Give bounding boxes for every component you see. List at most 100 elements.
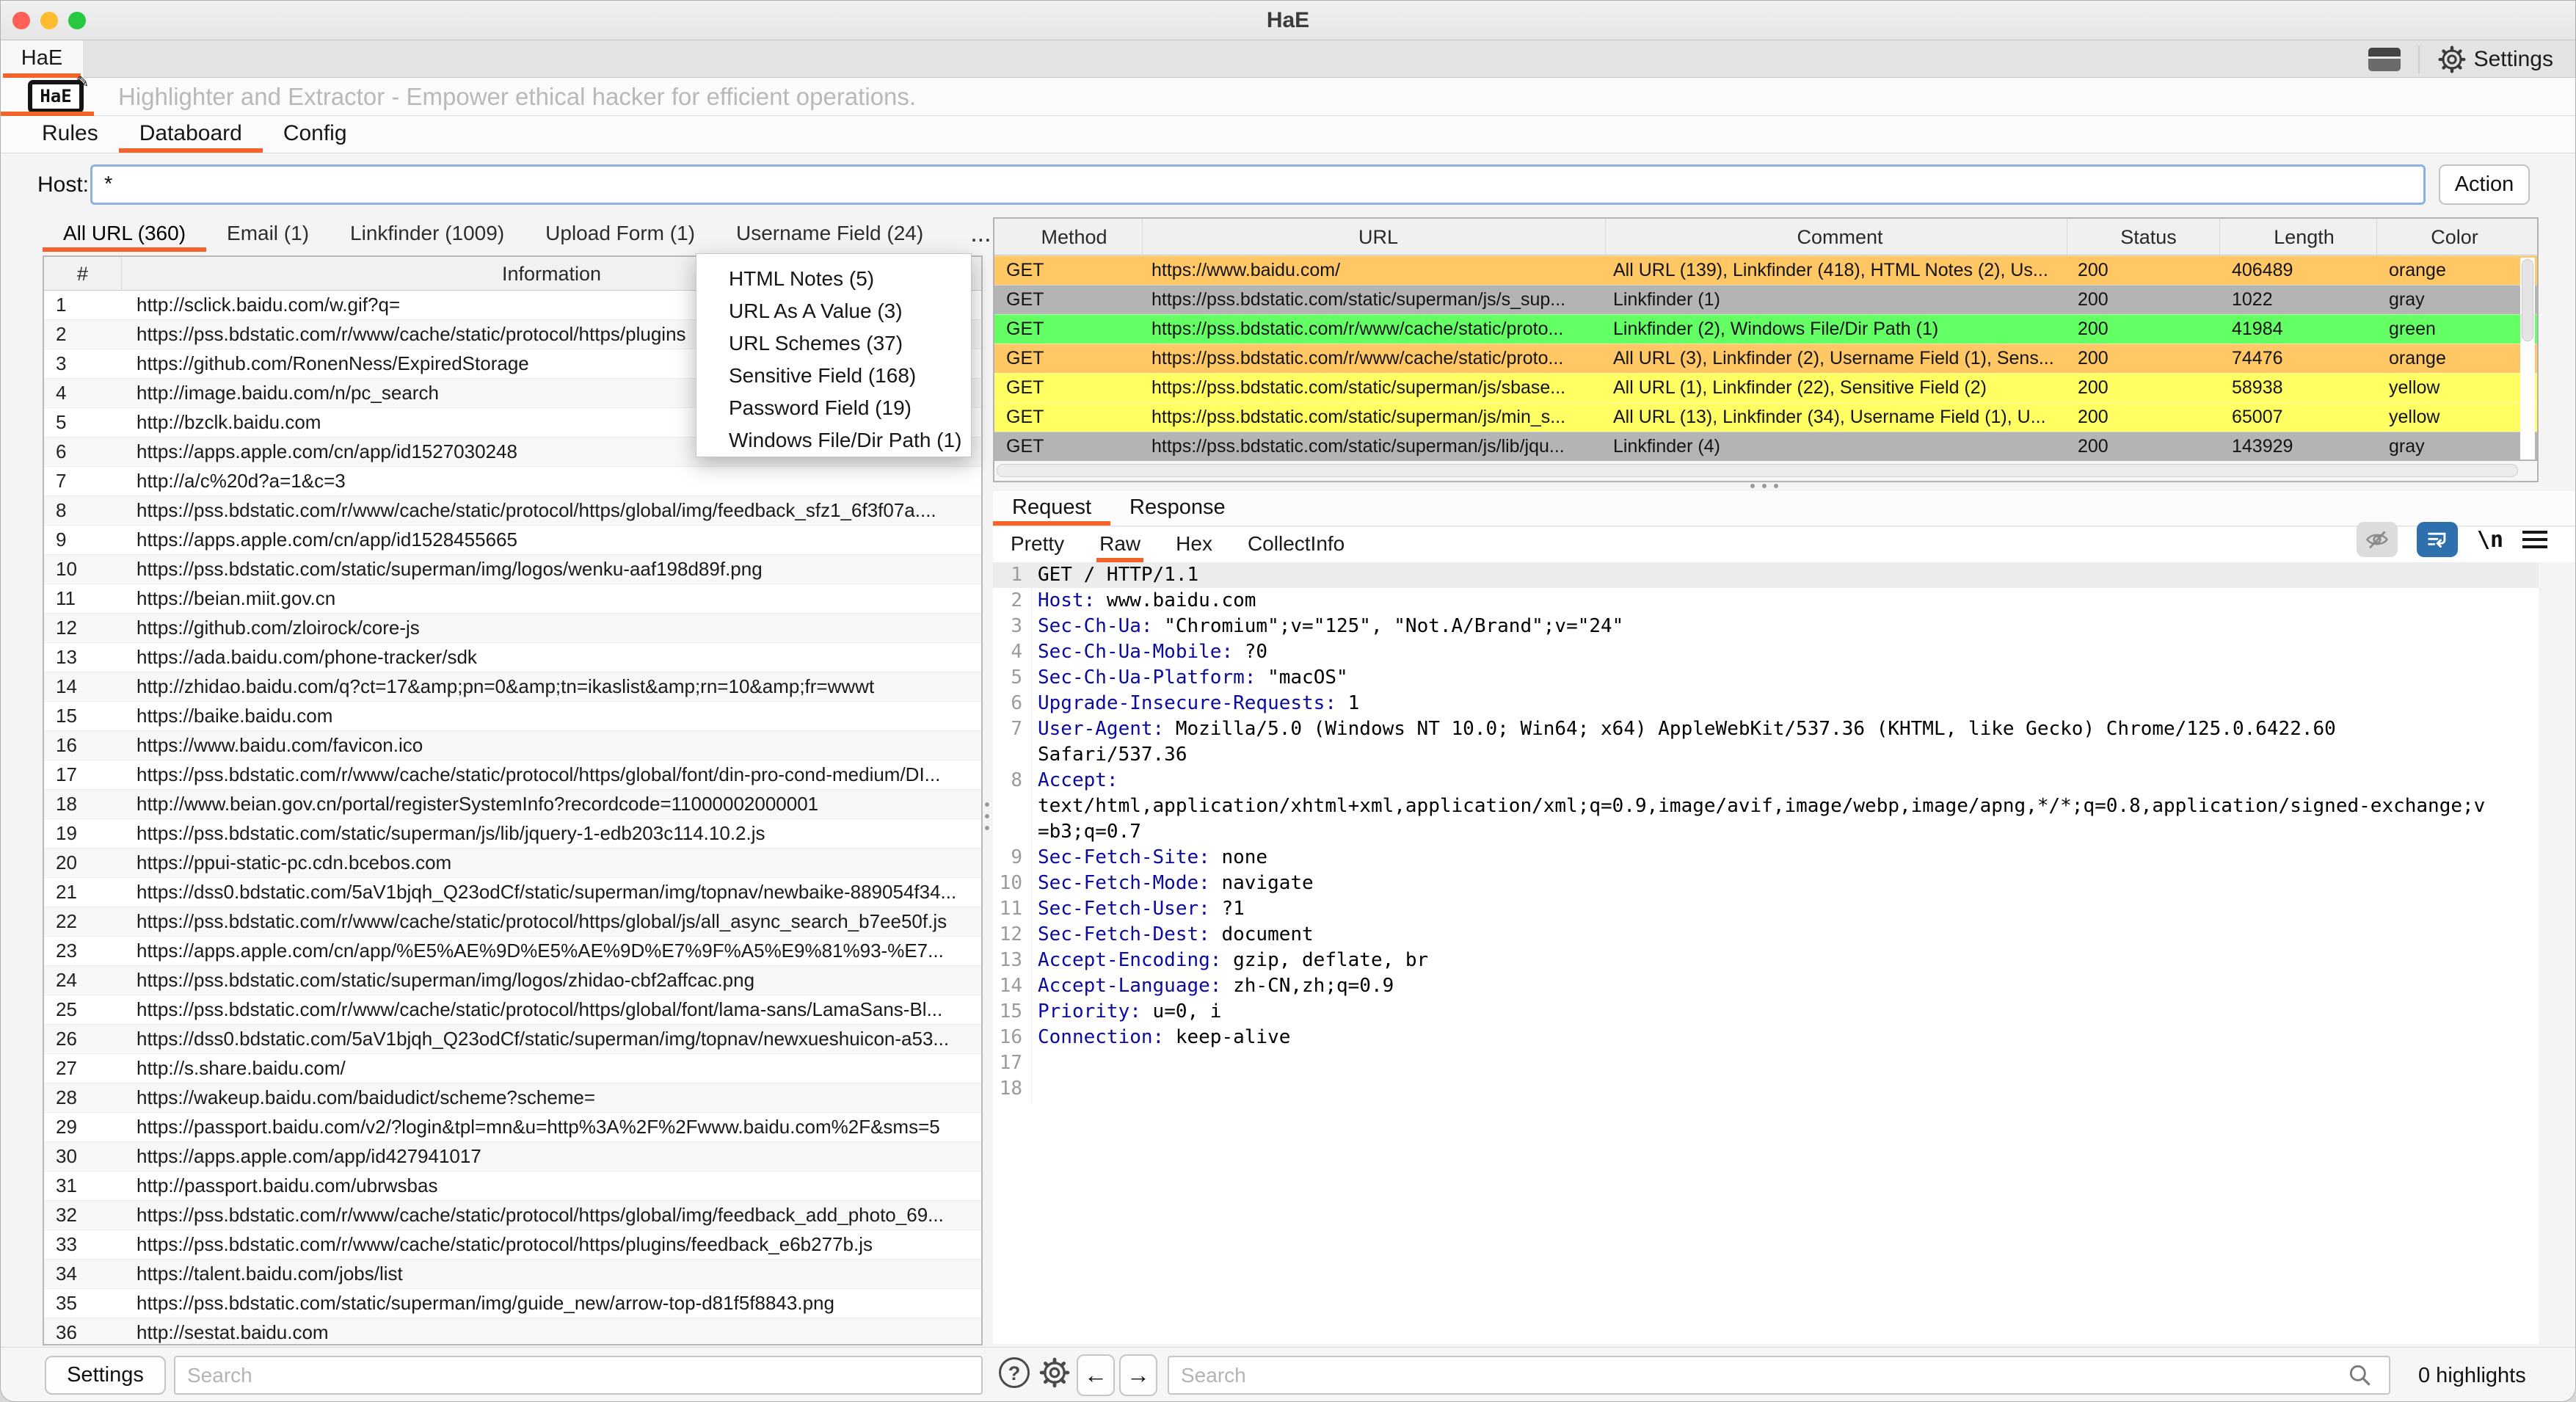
tab-pretty[interactable]: Pretty [993,527,1082,562]
col-method[interactable]: Method [994,219,1143,255]
header-tools: Settings [2368,40,2553,78]
table-row[interactable]: 31http://passport.baidu.com/ubrwsbas [44,1172,981,1201]
raw-request-editor[interactable]: 1GET / HTTP/1.12Host: www.baidu.com3Sec-… [993,562,2539,1344]
table-row[interactable]: 17https://pss.bdstatic.com/r/www/cache/s… [44,760,981,790]
table-row[interactable]: 14http://zhidao.baidu.com/q?ct=17&amp;pn… [44,672,981,702]
table-row[interactable]: 7http://a/c%20d?a=1&c=3 [44,467,981,496]
left-tab-0[interactable]: All URL (360) [43,217,206,250]
left-search-input[interactable] [174,1356,983,1395]
table-row[interactable]: 24https://pss.bdstatic.com/static/superm… [44,966,981,995]
cell-url: https://pss.bdstatic.com/static/superman… [1143,286,1606,314]
request-row[interactable]: GEThttps://pss.bdstatic.com/static/super… [994,402,2537,432]
tab-raw[interactable]: Raw [1082,527,1158,562]
table-row[interactable]: 11https://beian.miit.gov.cn [44,584,981,614]
table-row[interactable]: 26https://dss0.bdstatic.com/5aV1bjqh_Q23… [44,1025,981,1054]
extension-banner: HaE ✎ Highlighter and Extractor - Empowe… [1,78,2575,116]
hide-nonprintable-button[interactable] [2357,522,2398,557]
search-next-button[interactable]: → [1119,1354,1157,1396]
table-row[interactable]: 30https://apps.apple.com/app/id427941017 [44,1142,981,1172]
table-row[interactable]: 9https://apps.apple.com/cn/app/id1528455… [44,526,981,555]
horizontal-scrollbar[interactable] [994,461,2537,481]
table-row[interactable]: 34https://talent.baidu.com/jobs/list [44,1260,981,1289]
word-wrap-button[interactable] [2417,522,2458,557]
col-comment[interactable]: Comment [1606,219,2067,255]
dropdown-item-0[interactable]: HTML Notes (5) [696,263,971,295]
tab-request[interactable]: Request [993,491,1110,526]
search-prev-button[interactable]: ← [1077,1354,1115,1396]
vertical-scrollbar[interactable] [2520,258,2535,460]
table-row[interactable]: 16https://www.baidu.com/favicon.ico [44,731,981,760]
editor-menu-icon[interactable] [2522,526,2547,553]
request-row[interactable]: GEThttps://pss.bdstatic.com/static/super… [994,432,2537,461]
col-url[interactable]: URL [1143,219,1606,255]
table-row[interactable]: 29https://passport.baidu.com/v2/?login&t… [44,1113,981,1142]
table-row[interactable]: 12https://github.com/zloirock/core-js [44,614,981,643]
table-row[interactable]: 32https://pss.bdstatic.com/r/www/cache/s… [44,1201,981,1230]
left-tab-1[interactable]: Email (1) [206,217,330,250]
table-row[interactable]: 13https://ada.baidu.com/phone-tracker/sd… [44,643,981,672]
tab-hae-label: HaE [21,46,62,70]
table-row[interactable]: 22https://pss.bdstatic.com/r/www/cache/s… [44,907,981,937]
tab-rules[interactable]: Rules [21,116,119,153]
scrollbar-thumb[interactable] [2522,259,2533,341]
table-row[interactable]: 8https://pss.bdstatic.com/r/www/cache/st… [44,496,981,526]
cell-method: GET [994,256,1143,285]
dropdown-item-2[interactable]: URL Schemes (37) [696,327,971,360]
table-row[interactable]: 20https://ppui-static-pc.cdn.bcebos.com [44,849,981,878]
row-url: https://pss.bdstatic.com/r/www/cache/sta… [122,496,981,525]
col-length[interactable]: Length [2220,219,2377,255]
table-row[interactable]: 21https://dss0.bdstatic.com/5aV1bjqh_Q23… [44,878,981,907]
dropdown-item-1[interactable]: URL As A Value (3) [696,295,971,327]
left-settings-button[interactable]: Settings [45,1356,166,1395]
table-row[interactable]: 19https://pss.bdstatic.com/static/superm… [44,819,981,849]
left-tab-3[interactable]: Upload Form (1) [525,217,716,250]
host-input[interactable] [90,164,2426,205]
scrollbar-thumb[interactable] [997,464,2518,477]
table-row[interactable]: 25https://pss.bdstatic.com/r/www/cache/s… [44,995,981,1025]
dropdown-item-3[interactable]: Sensitive Field (168) [696,360,971,392]
row-url: https://pss.bdstatic.com/r/www/cache/sta… [122,760,981,789]
editor-line: 18 [993,1076,2539,1102]
settings-button[interactable]: Settings [2437,45,2553,74]
table-row[interactable]: 35https://pss.bdstatic.com/static/superm… [44,1289,981,1318]
row-url: https://pss.bdstatic.com/static/superman… [122,966,981,995]
show-newlines-toggle[interactable]: \n [2477,527,2503,553]
table-row[interactable]: 15https://baike.baidu.com [44,702,981,731]
request-row[interactable]: GEThttps://pss.bdstatic.com/r/www/cache/… [994,314,2537,344]
dropdown-item-4[interactable]: Password Field (19) [696,392,971,424]
layout-panel-icon[interactable] [2368,48,2401,71]
vertical-splitter-handle[interactable] [985,802,989,830]
cell-comment: Linkfinder (4) [1606,432,2067,461]
dropdown-item-5[interactable]: Windows File/Dir Path (1) [696,424,971,457]
tab-hex[interactable]: Hex [1158,527,1230,562]
tab-databoard[interactable]: Databoard [119,116,263,153]
table-row[interactable]: 36http://sestat.baidu.com [44,1318,981,1345]
tab-hae[interactable]: HaE [1,40,83,78]
request-row[interactable]: GEThttps://pss.bdstatic.com/r/www/cache/… [994,344,2537,373]
left-tab-2[interactable]: Linkfinder (1009) [330,217,525,250]
horizontal-splitter-handle[interactable] [1750,484,1778,488]
left-tab-4[interactable]: Username Field (24) [716,217,944,250]
table-row[interactable]: 33https://pss.bdstatic.com/r/www/cache/s… [44,1230,981,1260]
help-icon[interactable]: ? [999,1357,1030,1388]
action-button[interactable]: Action [2439,164,2530,205]
col-color[interactable]: Color [2377,219,2520,255]
table-row[interactable]: 27http://s.share.baidu.com/ [44,1054,981,1083]
col-status[interactable]: Status [2067,219,2220,255]
table-row[interactable]: 28https://wakeup.baidu.com/baidudict/sch… [44,1083,981,1113]
tab-response[interactable]: Response [1110,491,1245,526]
request-row[interactable]: GEThttps://pss.bdstatic.com/static/super… [994,373,2537,402]
editor-search-input[interactable] [1168,1356,2390,1395]
line-content: Sec-Fetch-Dest: document [1031,922,1314,948]
table-row[interactable]: 10https://pss.bdstatic.com/static/superm… [44,555,981,584]
overflow-ellipsis: ... [970,222,991,244]
row-index: 21 [44,878,122,907]
col-index[interactable]: # [44,257,122,290]
table-row[interactable]: 18http://www.beian.gov.cn/portal/registe… [44,790,981,819]
tab-collectinfo[interactable]: CollectInfo [1230,527,1362,562]
tab-config[interactable]: Config [263,116,368,153]
request-row[interactable]: GEThttps://www.baidu.com/All URL (139), … [994,255,2537,285]
table-row[interactable]: 23https://apps.apple.com/cn/app/%E5%AE%9… [44,937,981,966]
editor-settings-button[interactable] [1038,1356,1071,1392]
request-row[interactable]: GEThttps://pss.bdstatic.com/static/super… [994,285,2537,314]
